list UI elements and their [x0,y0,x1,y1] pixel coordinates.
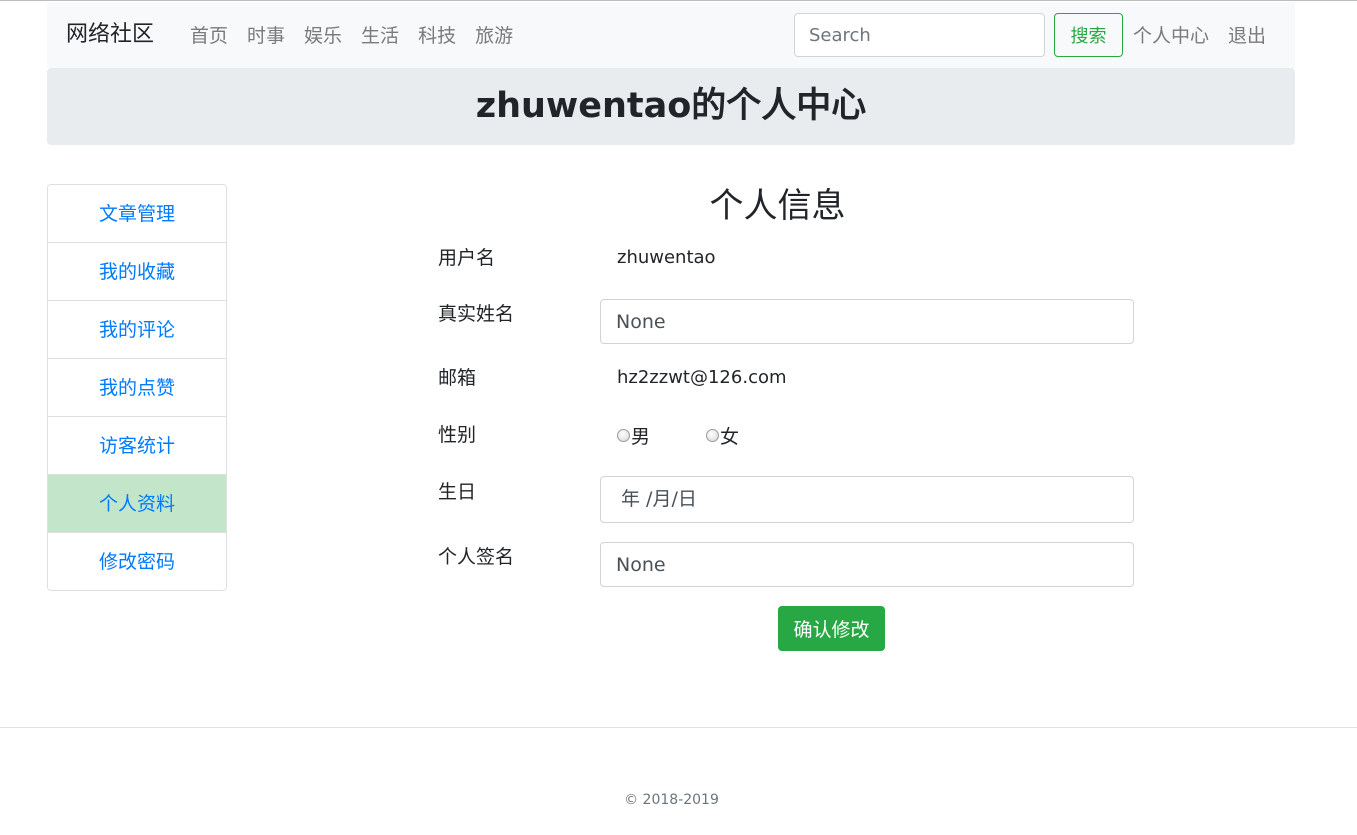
gender-option-female[interactable]: 女 [706,422,739,449]
confirm-edit-button[interactable]: 确认修改 [778,606,885,651]
page-title: zhuwentao的个人中心 [475,86,867,126]
sidebar-menu: 文章管理 我的收藏 我的评论 我的点赞 访客统计 个人资料 修改密码 [47,184,227,591]
navbar: 网络社区 首页 时事 娱乐 生活 科技 旅游 搜索 个人中心 退出 [47,2,1295,68]
sidebar-item-visitor-stats[interactable]: 访客统计 [48,417,226,475]
email-value: hz2zzwt@126.com [617,367,787,388]
form-title: 个人信息 [709,186,846,226]
user-center-link[interactable]: 个人中心 [1133,22,1209,50]
nav-link-news[interactable]: 时事 [247,22,285,50]
nav-link-entertainment[interactable]: 娱乐 [304,22,342,50]
nav-user-links: 个人中心 退出 [1133,22,1285,50]
top-border [0,0,1357,1]
sidebar-item-likes[interactable]: 我的点赞 [48,359,226,417]
gender-label: 性别 [438,424,477,446]
logout-link[interactable]: 退出 [1228,22,1266,50]
sidebar-item-favorites[interactable]: 我的收藏 [48,243,226,301]
footer-copyright: © 2018-2019 [624,792,719,808]
birthday-date-input[interactable]: 年 /月/日 [600,476,1134,523]
sidebar-item-comments[interactable]: 我的评论 [48,301,226,359]
nav-link-home[interactable]: 首页 [190,22,228,50]
nav-link-travel[interactable]: 旅游 [475,22,513,50]
page-header: zhuwentao的个人中心 [47,68,1295,145]
signature-field[interactable] [600,542,1134,587]
birthday-placeholder: 年 /月/日 [621,488,697,510]
signature-label: 个人签名 [438,546,515,568]
sidebar-item-article-management[interactable]: 文章管理 [48,185,226,243]
gender-male-radio[interactable] [617,429,630,442]
realname-label: 真实姓名 [438,303,515,325]
nav-links: 首页 时事 娱乐 生活 科技 旅游 [190,22,532,50]
birthday-label: 生日 [438,481,477,503]
email-label: 邮箱 [438,367,477,389]
realname-field[interactable] [600,299,1134,344]
sidebar-item-change-password[interactable]: 修改密码 [48,533,226,590]
gender-female-radio[interactable] [706,429,719,442]
nav-link-life[interactable]: 生活 [361,22,399,50]
sidebar-item-profile[interactable]: 个人资料 [48,475,226,533]
gender-female-text: 女 [720,426,740,448]
username-label: 用户名 [438,247,496,269]
gender-option-male[interactable]: 男 [617,422,650,449]
search-button[interactable]: 搜索 [1054,13,1123,57]
search-input[interactable] [794,13,1045,57]
username-value: zhuwentao [617,247,716,268]
gender-male-text: 男 [631,426,651,448]
brand-logo[interactable]: 网络社区 [66,20,154,50]
footer-divider [0,727,1357,728]
nav-link-tech[interactable]: 科技 [418,22,456,50]
